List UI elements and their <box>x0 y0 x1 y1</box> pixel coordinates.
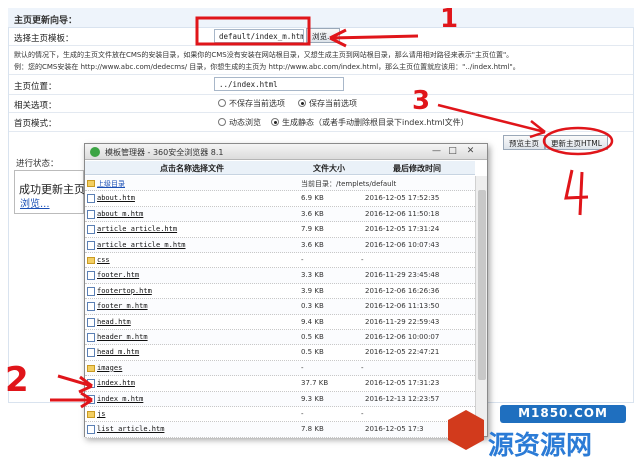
arrow-3-line <box>437 103 546 134</box>
annotation-layer <box>50 16 614 409</box>
annotation-1: 1 <box>440 4 459 34</box>
update-button-circle <box>542 126 614 156</box>
annotation-4-text: 4 <box>0 0 1 1</box>
arrow-1-line <box>329 34 419 40</box>
number-4-glyph <box>564 169 589 216</box>
watermark-site: M1850.COM <box>500 405 626 423</box>
template-highlight-box <box>195 16 311 46</box>
watermark-brand: 源资源网 <box>488 431 593 461</box>
annotation-2: 2 <box>5 360 29 400</box>
annotation-3: 3 <box>412 86 431 116</box>
